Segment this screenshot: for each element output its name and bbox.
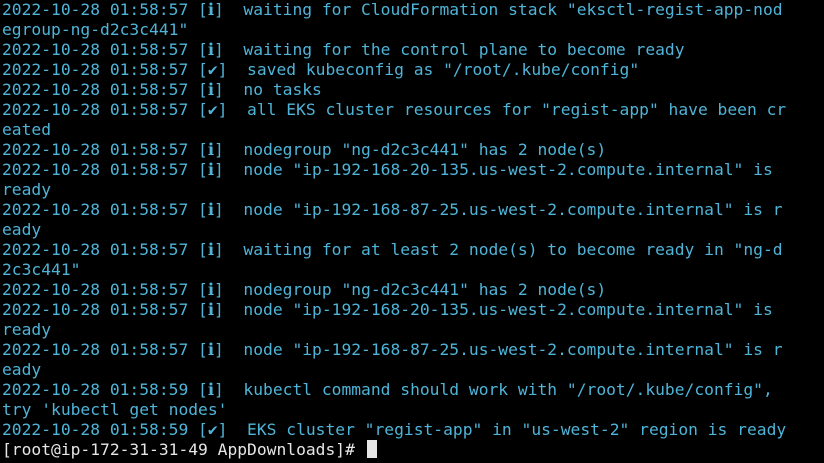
terminal-line: 2022-10-28 01:58:59 [✔] EKS cluster "reg… <box>2 420 787 439</box>
terminal-line: 2022-10-28 01:58:57 [ℹ] waiting for at l… <box>2 240 783 259</box>
terminal-line: eady <box>2 360 42 379</box>
terminal-line: eated <box>2 120 52 139</box>
text-cursor[interactable] <box>366 440 377 458</box>
terminal-line: 2022-10-28 01:58:57 [ℹ] node "ip-192-168… <box>2 160 773 179</box>
terminal-line: ready <box>2 320 52 339</box>
terminal-line: 2022-10-28 01:58:57 [ℹ] nodegroup "ng-d2… <box>2 280 607 299</box>
terminal-line: 2022-10-28 01:58:57 [✔] all EKS cluster … <box>2 100 787 119</box>
terminal-line: 2022-10-28 01:58:57 [✔] saved kubeconfig… <box>2 60 640 79</box>
command-line[interactable]: [root@ip-172-31-31-49 AppDownloads]# <box>2 440 824 460</box>
terminal-line: 2022-10-28 01:58:57 [ℹ] waiting for Clou… <box>2 0 783 19</box>
terminal-line: ready <box>2 180 52 199</box>
terminal-line: 2022-10-28 01:58:57 [ℹ] nodegroup "ng-d2… <box>2 140 607 159</box>
terminal-line: try 'kubectl get nodes' <box>2 400 228 419</box>
terminal-line: 2022-10-28 01:58:59 [ℹ] kubectl command … <box>2 380 773 399</box>
terminal-output: 2022-10-28 01:58:57 [ℹ] waiting for Clou… <box>2 0 824 440</box>
terminal-window[interactable]: 2022-10-28 01:58:57 [ℹ] waiting for Clou… <box>0 0 824 463</box>
shell-prompt: [root@ip-172-31-31-49 AppDownloads]# <box>2 440 365 459</box>
terminal-line: 2022-10-28 01:58:57 [ℹ] node "ip-192-168… <box>2 200 783 219</box>
terminal-line: 2022-10-28 01:58:57 [ℹ] waiting for the … <box>2 40 685 59</box>
terminal-line: 2022-10-28 01:58:57 [ℹ] node "ip-192-168… <box>2 300 773 319</box>
terminal-line: 2022-10-28 01:58:57 [ℹ] no tasks <box>2 80 322 99</box>
terminal-line: 2022-10-28 01:58:57 [ℹ] node "ip-192-168… <box>2 340 783 359</box>
terminal-line: eady <box>2 220 42 239</box>
terminal-line: 2c3c441" <box>2 260 81 279</box>
terminal-line: egroup-ng-d2c3c441" <box>2 20 189 39</box>
